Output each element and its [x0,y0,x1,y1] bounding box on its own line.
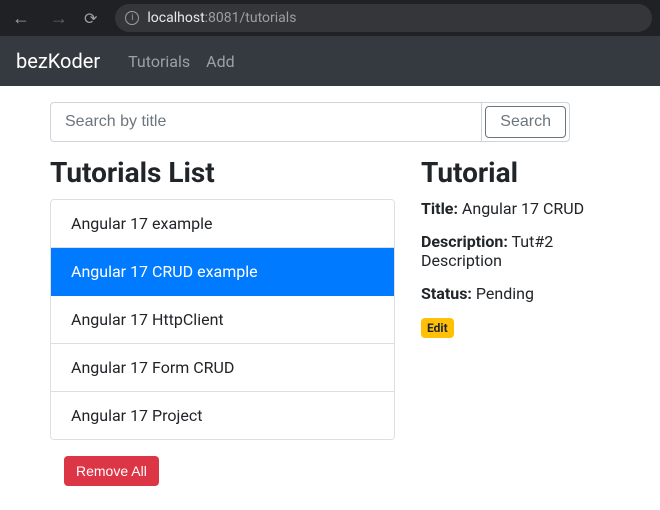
search-row: Search [50,102,570,142]
detail-status: Status: Pending [421,284,610,303]
detail-description: Description: Tut#2 Description [421,232,610,270]
list-item[interactable]: Angular 17 Form CRUD [51,344,394,392]
list-heading: Tutorials List [50,156,395,189]
back-icon[interactable]: ← [8,6,34,31]
browser-chrome: ← → ⟳ i localhost:8081/tutorials [0,0,660,36]
reload-icon[interactable]: ⟳ [84,9,97,28]
nav-link-tutorials[interactable]: Tutorials [128,52,190,71]
search-input[interactable] [50,102,482,142]
tutorials-list: Angular 17 example Angular 17 CRUD examp… [50,199,395,440]
navbar: bezKoder Tutorials Add [0,36,660,86]
url-bar[interactable]: i localhost:8081/tutorials [115,4,652,32]
url-text: localhost:8081/tutorials [147,10,296,26]
list-item[interactable]: Angular 17 example [51,200,394,248]
list-item[interactable]: Angular 17 Project [51,392,394,439]
nav-link-add[interactable]: Add [206,52,234,71]
remove-all-button[interactable]: Remove All [64,456,159,486]
detail-heading: Tutorial [421,156,610,189]
list-item[interactable]: Angular 17 HttpClient [51,296,394,344]
search-button[interactable]: Search [485,106,566,138]
detail-title: Title: Angular 17 CRUD [421,199,610,218]
edit-button[interactable]: Edit [421,318,454,338]
search-button-wrap: Search [482,102,570,142]
info-icon: i [125,11,139,25]
forward-icon[interactable]: → [46,6,72,31]
brand[interactable]: bezKoder [16,49,100,73]
list-item[interactable]: Angular 17 CRUD example [51,248,394,296]
